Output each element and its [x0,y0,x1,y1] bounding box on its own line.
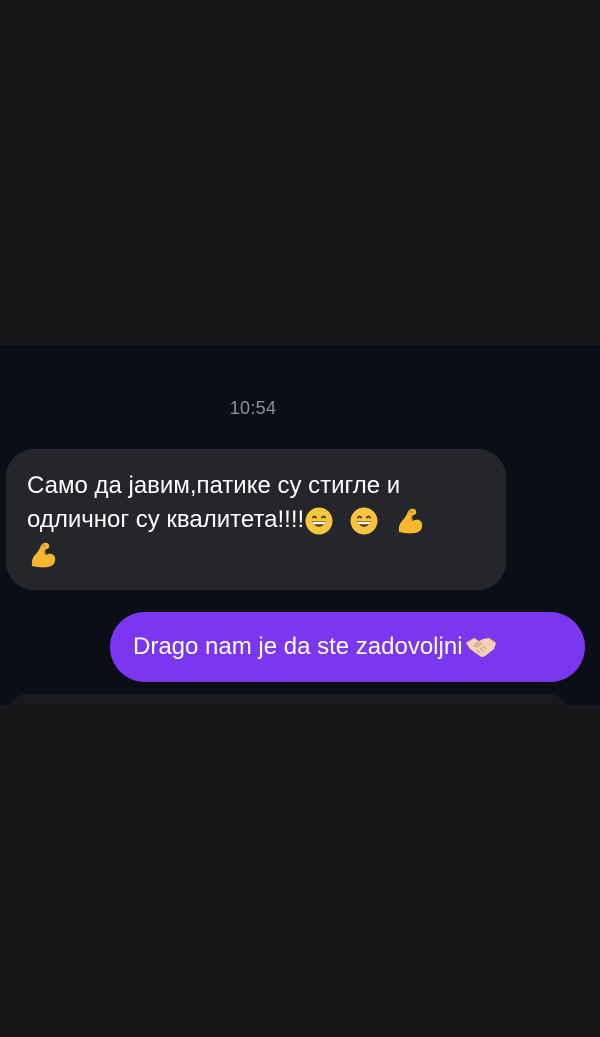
flexed-biceps-icon [27,539,59,571]
flexed-biceps-icon [394,505,426,537]
grinning-face-icon [304,506,334,536]
chat-screen: 10:54 Само да јавим,патике су стигле и о… [0,0,600,1037]
redacted-area-bottom [0,705,600,1037]
redacted-area-top [0,0,600,345]
message-timestamp: 10:54 [229,398,277,418]
handshake-icon [465,634,497,660]
grinning-face-icon [349,506,379,536]
outgoing-message-bubble[interactable]: Drago nam je da ste zadovoljni [110,612,585,682]
incoming-message-text: Само да јавим,патике су стигле и одлично… [27,472,401,533]
outgoing-message-text: Drago nam je da ste zadovoljni [133,633,463,660]
incoming-message-bubble[interactable]: Само да јавим,патике су стигле и одлично… [6,449,506,590]
